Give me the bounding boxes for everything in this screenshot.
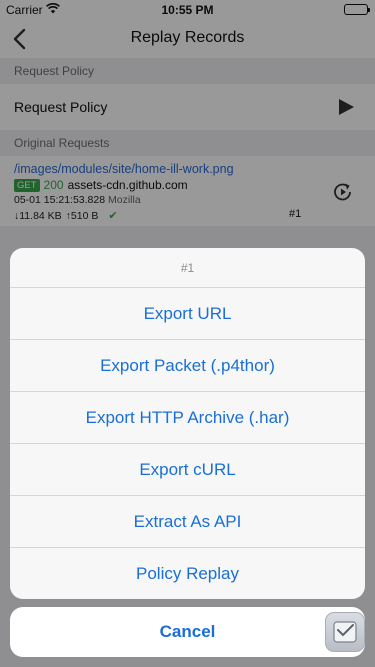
extract-as-api-action[interactable]: Extract As API [10,496,365,548]
export-packet-action[interactable]: Export Packet (.p4thor) [10,340,365,392]
policy-replay-action[interactable]: Policy Replay [10,548,365,599]
export-curl-action[interactable]: Export cURL [10,444,365,496]
replay-records-screen: Carrier 10:55 PM Replay Records Request … [0,0,375,667]
cancel-button[interactable]: Cancel [10,607,365,657]
export-url-action[interactable]: Export URL [10,288,365,340]
action-sheet-title: #1 [10,248,365,288]
app-badge-icon [325,612,365,652]
export-har-action[interactable]: Export HTTP Archive (.har) [10,392,365,444]
action-sheet: #1 Export URL Export Packet (.p4thor) Ex… [10,248,365,599]
